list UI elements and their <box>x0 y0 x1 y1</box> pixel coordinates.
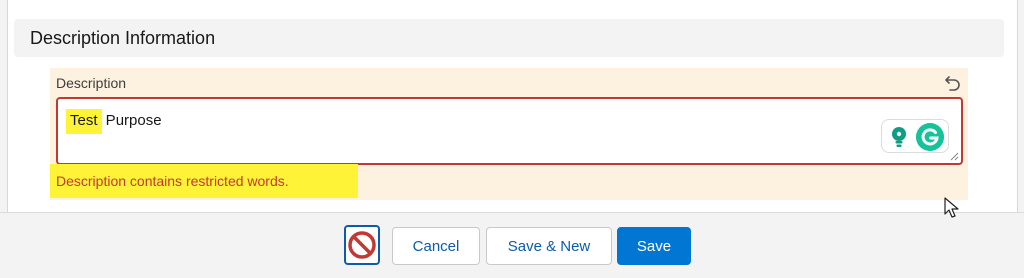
lightbulb-icon[interactable] <box>890 126 908 148</box>
grammarly-widget[interactable] <box>881 119 949 153</box>
description-field-label: Description <box>56 75 127 91</box>
undo-icon[interactable] <box>944 74 962 92</box>
section-header[interactable]: Description Information <box>14 19 1004 57</box>
section-title: Description Information <box>30 28 216 48</box>
description-value: Test Purpose <box>66 109 162 134</box>
grammarly-g-icon[interactable] <box>916 123 944 151</box>
record-edit-frame: Description Information Description Test… <box>0 0 1024 278</box>
mouse-pointer-icon <box>944 197 959 218</box>
resize-handle-icon[interactable] <box>950 152 959 161</box>
cancel-button[interactable]: Cancel <box>392 227 480 265</box>
prohibited-icon-button[interactable] <box>344 225 380 265</box>
description-textarea[interactable]: Test Purpose <box>56 97 963 165</box>
restricted-word-highlight: Test <box>66 109 102 134</box>
prohibited-icon <box>348 231 376 259</box>
field-error-message: Description contains restricted words. <box>50 164 358 198</box>
save-and-new-button[interactable]: Save & New <box>486 227 612 265</box>
description-value-rest: Purpose <box>101 112 162 129</box>
save-button[interactable]: Save <box>617 227 691 265</box>
